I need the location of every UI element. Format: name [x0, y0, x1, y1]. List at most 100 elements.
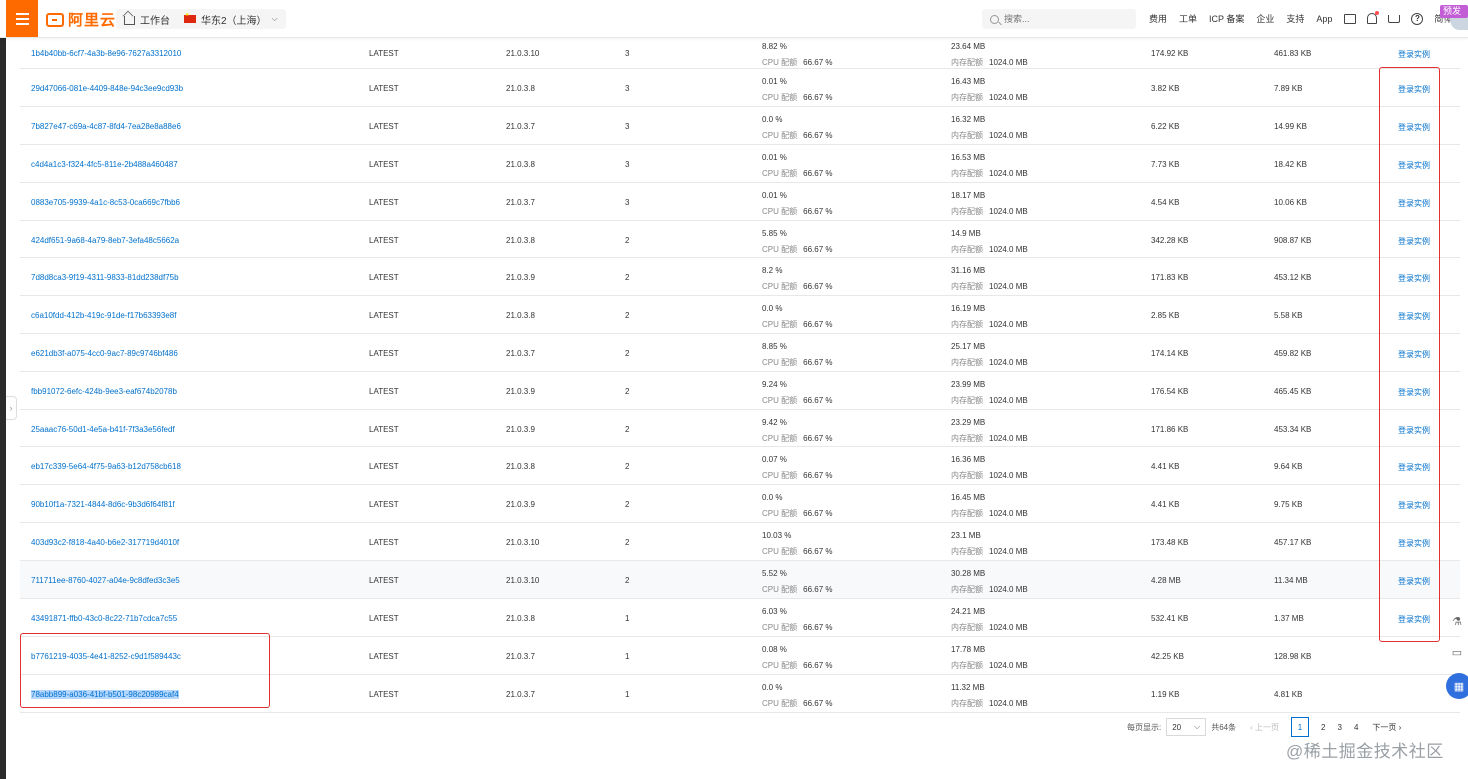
- runtime-version: 21.0.3.7: [506, 690, 535, 699]
- cpu-quota: CPU 配额 66.67 %: [762, 660, 832, 671]
- search-icon: [990, 14, 999, 24]
- memory-usage: 17.78 MB: [951, 645, 986, 654]
- network-out: 1.37 MB: [1274, 614, 1304, 623]
- cpu-usage: 0.08 %: [762, 645, 787, 654]
- cart-icon[interactable]: [1388, 14, 1401, 23]
- aliyun-logo[interactable]: 阿里云: [46, 9, 116, 30]
- memory-quota-label: 内存配额: [951, 623, 983, 632]
- workbench-button[interactable]: 工作台: [116, 9, 178, 29]
- image-tag: LATEST: [369, 49, 399, 58]
- instance-id-link[interactable]: 424df651-9a68-4a79-8eb7-3efa48c5662a: [31, 236, 179, 245]
- runtime-version: 21.0.3.8: [506, 160, 535, 169]
- next-page-button[interactable]: 下一页 ›: [1372, 722, 1401, 733]
- table-row: 25aaac76-50d1-4e5a-b41f-7f3a3e56fedf LATE…: [20, 410, 1460, 447]
- instance-id-link[interactable]: 90b10f1a-7321-4844-8d6c-9b3d6f64f81f: [31, 500, 175, 509]
- page-button-1[interactable]: 1: [1291, 717, 1310, 737]
- table-row: eb17c339-5e64-4f75-9a63-b12d758cb618 LATE…: [20, 447, 1460, 485]
- instance-id-link[interactable]: 25aaac76-50d1-4e5a-b41f-7f3a3e56fedf: [31, 425, 175, 434]
- nav-enterprise[interactable]: 企业: [1256, 12, 1274, 25]
- instance-id-link[interactable]: eb17c339-5e64-4f75-9a63-b12d758cb618: [31, 462, 181, 471]
- network-out: 10.06 KB: [1274, 198, 1307, 207]
- nav-fees[interactable]: 费用: [1149, 12, 1167, 25]
- nav-app[interactable]: App: [1316, 14, 1332, 24]
- help-icon[interactable]: ?: [1411, 12, 1424, 25]
- logo-text: 阿里云: [68, 12, 117, 29]
- prev-page-button[interactable]: ‹ 上一页: [1250, 722, 1279, 733]
- runtime-version: 21.0.3.9: [506, 425, 535, 434]
- cpu-quota: CPU 配额 66.67 %: [762, 281, 832, 292]
- cpu-quota: CPU 配额 66.67 %: [762, 130, 832, 141]
- memory-quota: 内存配额 1024.0 MB: [951, 281, 1028, 292]
- cpu-quota-value: 66.67 %: [803, 547, 833, 556]
- instance-id-link[interactable]: 7b827e47-c69a-4c87-8fd4-7ea28e8a88e6: [31, 122, 181, 131]
- cpu-quota-value: 66.67 %: [803, 93, 833, 102]
- network-in: 4.41 KB: [1151, 462, 1180, 471]
- prev-page-label: 上一页: [1255, 722, 1280, 732]
- instance-count: 3: [625, 49, 630, 58]
- memory-quota-label: 内存配额: [951, 585, 983, 594]
- runtime-version: 21.0.3.8: [506, 614, 535, 623]
- notification-bell-icon[interactable]: [1367, 11, 1380, 24]
- cpu-quota-label: CPU 配额: [762, 547, 798, 556]
- apps-float-icon[interactable]: ▦: [1446, 673, 1468, 699]
- search-input[interactable]: [1004, 14, 1114, 24]
- network-out: 18.42 KB: [1274, 160, 1307, 169]
- page-size-select[interactable]: 20 ⌵: [1166, 718, 1207, 736]
- cpu-quota-label: CPU 配额: [762, 358, 798, 367]
- memory-quota-label: 内存配额: [951, 699, 983, 708]
- nav-tickets[interactable]: 工单: [1179, 12, 1197, 25]
- page-button-3[interactable]: 3: [1337, 723, 1341, 732]
- memory-quota-value: 1024.0 MB: [989, 661, 1028, 670]
- memory-quota-value: 1024.0 MB: [989, 282, 1028, 291]
- instance-id-link[interactable]: c4d4a1c3-f324-4fc5-811e-2b488a460487: [31, 160, 178, 169]
- instance-id-link[interactable]: c6a10fdd-412b-419c-91de-f17b63393e8f: [31, 311, 176, 320]
- memory-usage: 23.1 MB: [951, 531, 981, 540]
- instance-id-link[interactable]: 403d93c2-f818-4a40-b6e2-317719d4010f: [31, 538, 179, 547]
- page-button-4[interactable]: 4: [1354, 723, 1358, 732]
- region-selector[interactable]: 华东2（上海） ⌵: [176, 9, 286, 29]
- instance-id-link[interactable]: 43491871-ffb0-43c0-8c22-71b7cdca7c55: [31, 614, 177, 623]
- page-size-label: 每页显示:: [1127, 722, 1162, 732]
- instance-id-link[interactable]: 1b4b40bb-6cf7-4a3b-8e96-7627a3312010: [31, 49, 181, 58]
- cpu-quota-label: CPU 配额: [762, 471, 798, 480]
- table-row: 29d47066-081e-4409-848e-94c3ee9cd93b LATE…: [20, 69, 1460, 107]
- cpu-quota-label: CPU 配额: [762, 207, 798, 216]
- memory-quota: 内存配额 1024.0 MB: [951, 395, 1028, 406]
- memory-quota: 内存配额 1024.0 MB: [951, 206, 1028, 217]
- cpu-quota: CPU 配额 66.67 %: [762, 244, 832, 255]
- network-in: 176.54 KB: [1151, 387, 1189, 396]
- instance-id-link[interactable]: fbb91072-6efc-424b-9ee3-eaf674b2078b: [31, 387, 177, 396]
- memory-usage: 18.17 MB: [951, 191, 986, 200]
- cpu-quota-value: 66.67 %: [803, 434, 833, 443]
- instance-id-link[interactable]: 0883e705-9939-4a1c-8c53-0ca669c7fbb6: [31, 198, 180, 207]
- sidebar-toggle-icon[interactable]: ›: [6, 396, 17, 420]
- image-tag: LATEST: [369, 690, 399, 699]
- cpu-quota-label: CPU 配额: [762, 58, 798, 67]
- nav-icp[interactable]: ICP 备案: [1209, 12, 1244, 25]
- memory-usage: 24.21 MB: [951, 607, 986, 616]
- flask-icon[interactable]: ⚗: [1450, 615, 1464, 629]
- message-icon[interactable]: [1344, 13, 1357, 24]
- hamburger-menu-icon[interactable]: [6, 0, 38, 37]
- table-row: 711711ee-8760-4027-a04e-9c8dfed3c3e5 LATE…: [20, 561, 1460, 599]
- runtime-version: 21.0.3.7: [506, 122, 535, 131]
- feedback-icon[interactable]: ▭: [1450, 646, 1464, 660]
- memory-quota-label: 内存配额: [951, 358, 983, 367]
- image-tag: LATEST: [369, 236, 399, 245]
- memory-quota-value: 1024.0 MB: [989, 58, 1028, 67]
- image-tag: LATEST: [369, 198, 399, 207]
- network-out: 453.34 KB: [1274, 425, 1312, 434]
- instance-id-link[interactable]: 711711ee-8760-4027-a04e-9c8dfed3c3e5: [31, 576, 180, 585]
- login-instance-link[interactable]: 登录实例: [1398, 49, 1430, 60]
- search-box[interactable]: [982, 9, 1136, 29]
- runtime-version: 21.0.3.8: [506, 462, 535, 471]
- instance-id-link[interactable]: 29d47066-081e-4409-848e-94c3ee9cd93b: [31, 84, 183, 93]
- nav-support[interactable]: 支持: [1286, 12, 1304, 25]
- runtime-version: 21.0.3.10: [506, 576, 540, 585]
- instance-id-link[interactable]: e621db3f-a075-4cc0-9ac7-89c9746bf486: [31, 349, 178, 358]
- page-button-2[interactable]: 2: [1321, 723, 1325, 732]
- memory-usage: 11.32 MB: [951, 683, 985, 692]
- memory-quota-label: 内存配额: [951, 320, 983, 329]
- instance-count: 1: [625, 614, 630, 623]
- instance-id-link[interactable]: 7d8d8ca3-9f19-4311-9833-81dd238df75b: [31, 273, 179, 282]
